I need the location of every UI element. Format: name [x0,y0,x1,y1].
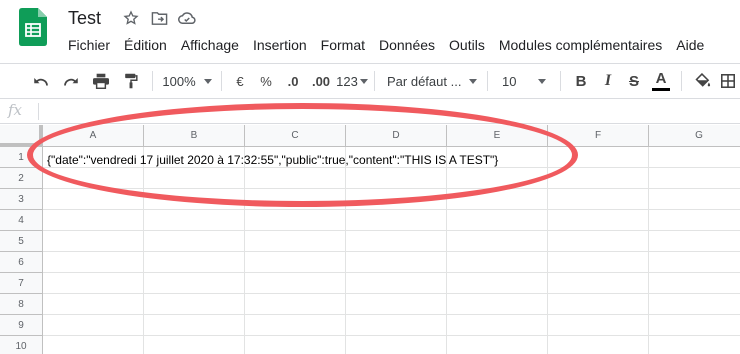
font-size-value: 10 [502,73,517,89]
redo-icon[interactable] [56,68,86,94]
gridline [43,314,740,315]
percent-button[interactable]: % [252,68,280,94]
row-header-2[interactable]: 2 [0,168,43,189]
menu-affichage[interactable]: Affichage [174,34,246,56]
toolbar-divider [560,71,561,91]
font-family-value: Par défaut ... [387,73,462,89]
move-to-folder-icon[interactable] [150,9,168,27]
print-icon[interactable] [86,68,116,94]
row-header-5[interactable]: 5 [0,231,43,252]
row-header-8[interactable]: 8 [0,294,43,315]
zoom-select[interactable]: 100% [159,68,215,94]
annotation-ellipse [27,103,578,207]
gridline [43,251,740,252]
font-family-select[interactable]: Par défaut ... [381,68,481,94]
menu-edition[interactable]: Édition [117,34,174,56]
toolbar-divider [221,71,222,91]
formula-bar-divider [38,103,39,120]
more-formats-select[interactable]: 123 [336,68,368,94]
row-header-9[interactable]: 9 [0,315,43,336]
toolbar-divider [681,71,682,91]
text-color-button[interactable]: A [647,68,675,94]
menu-outils[interactable]: Outils [442,34,492,56]
column-header-g[interactable]: G [649,125,740,147]
star-icon[interactable] [122,9,140,27]
chevron-down-icon [203,78,212,84]
row-header-10[interactable]: 10 [0,336,43,354]
gridline [43,335,740,336]
gridline [43,209,740,210]
fill-color-icon[interactable] [688,68,718,94]
zoom-value: 100% [162,73,196,89]
toolbar: 100% € % .0 .00 123 Par défaut ... 10 B … [0,63,740,99]
gridline [648,147,649,354]
menu-donnees[interactable]: Données [372,34,442,56]
decrease-decimals-button[interactable]: .0 [280,68,306,94]
cloud-status-icon[interactable] [178,9,196,27]
menu-insertion[interactable]: Insertion [246,34,314,56]
increase-decimals-button[interactable]: .00 [306,68,336,94]
chevron-down-icon [469,78,478,84]
chevron-down-icon [359,78,368,84]
undo-icon[interactable] [26,68,56,94]
row-header-3[interactable]: 3 [0,189,43,210]
gridline [43,230,740,231]
document-title[interactable]: Test [68,8,101,29]
toolbar-divider [374,71,375,91]
borders-icon[interactable] [718,68,738,94]
currency-button[interactable]: € [228,68,252,94]
row-header-7[interactable]: 7 [0,273,43,294]
menu-aide[interactable]: Aide [669,34,711,56]
sheets-logo-icon[interactable] [19,8,47,46]
row-header-4[interactable]: 4 [0,210,43,231]
more-formats-label: 123 [336,73,358,89]
text-color-label: A [655,69,667,87]
toolbar-divider [152,71,153,91]
menu-format[interactable]: Format [314,34,372,56]
function-icon: fx [8,101,23,119]
font-size-select[interactable]: 10 [494,68,554,94]
paint-format-icon[interactable] [116,68,146,94]
strikethrough-button[interactable]: S [621,68,647,94]
row-header-6[interactable]: 6 [0,252,43,273]
menu-bar: Fichier Édition Affichage Insertion Form… [61,34,711,56]
menu-fichier[interactable]: Fichier [61,34,117,56]
bold-button[interactable]: B [567,68,595,94]
toolbar-divider [487,71,488,91]
italic-button[interactable]: I [595,68,621,94]
gridline [43,272,740,273]
menu-modules[interactable]: Modules complémentaires [492,34,669,56]
text-color-swatch [652,87,670,91]
chevron-down-icon [538,78,546,84]
gridline [43,293,740,294]
